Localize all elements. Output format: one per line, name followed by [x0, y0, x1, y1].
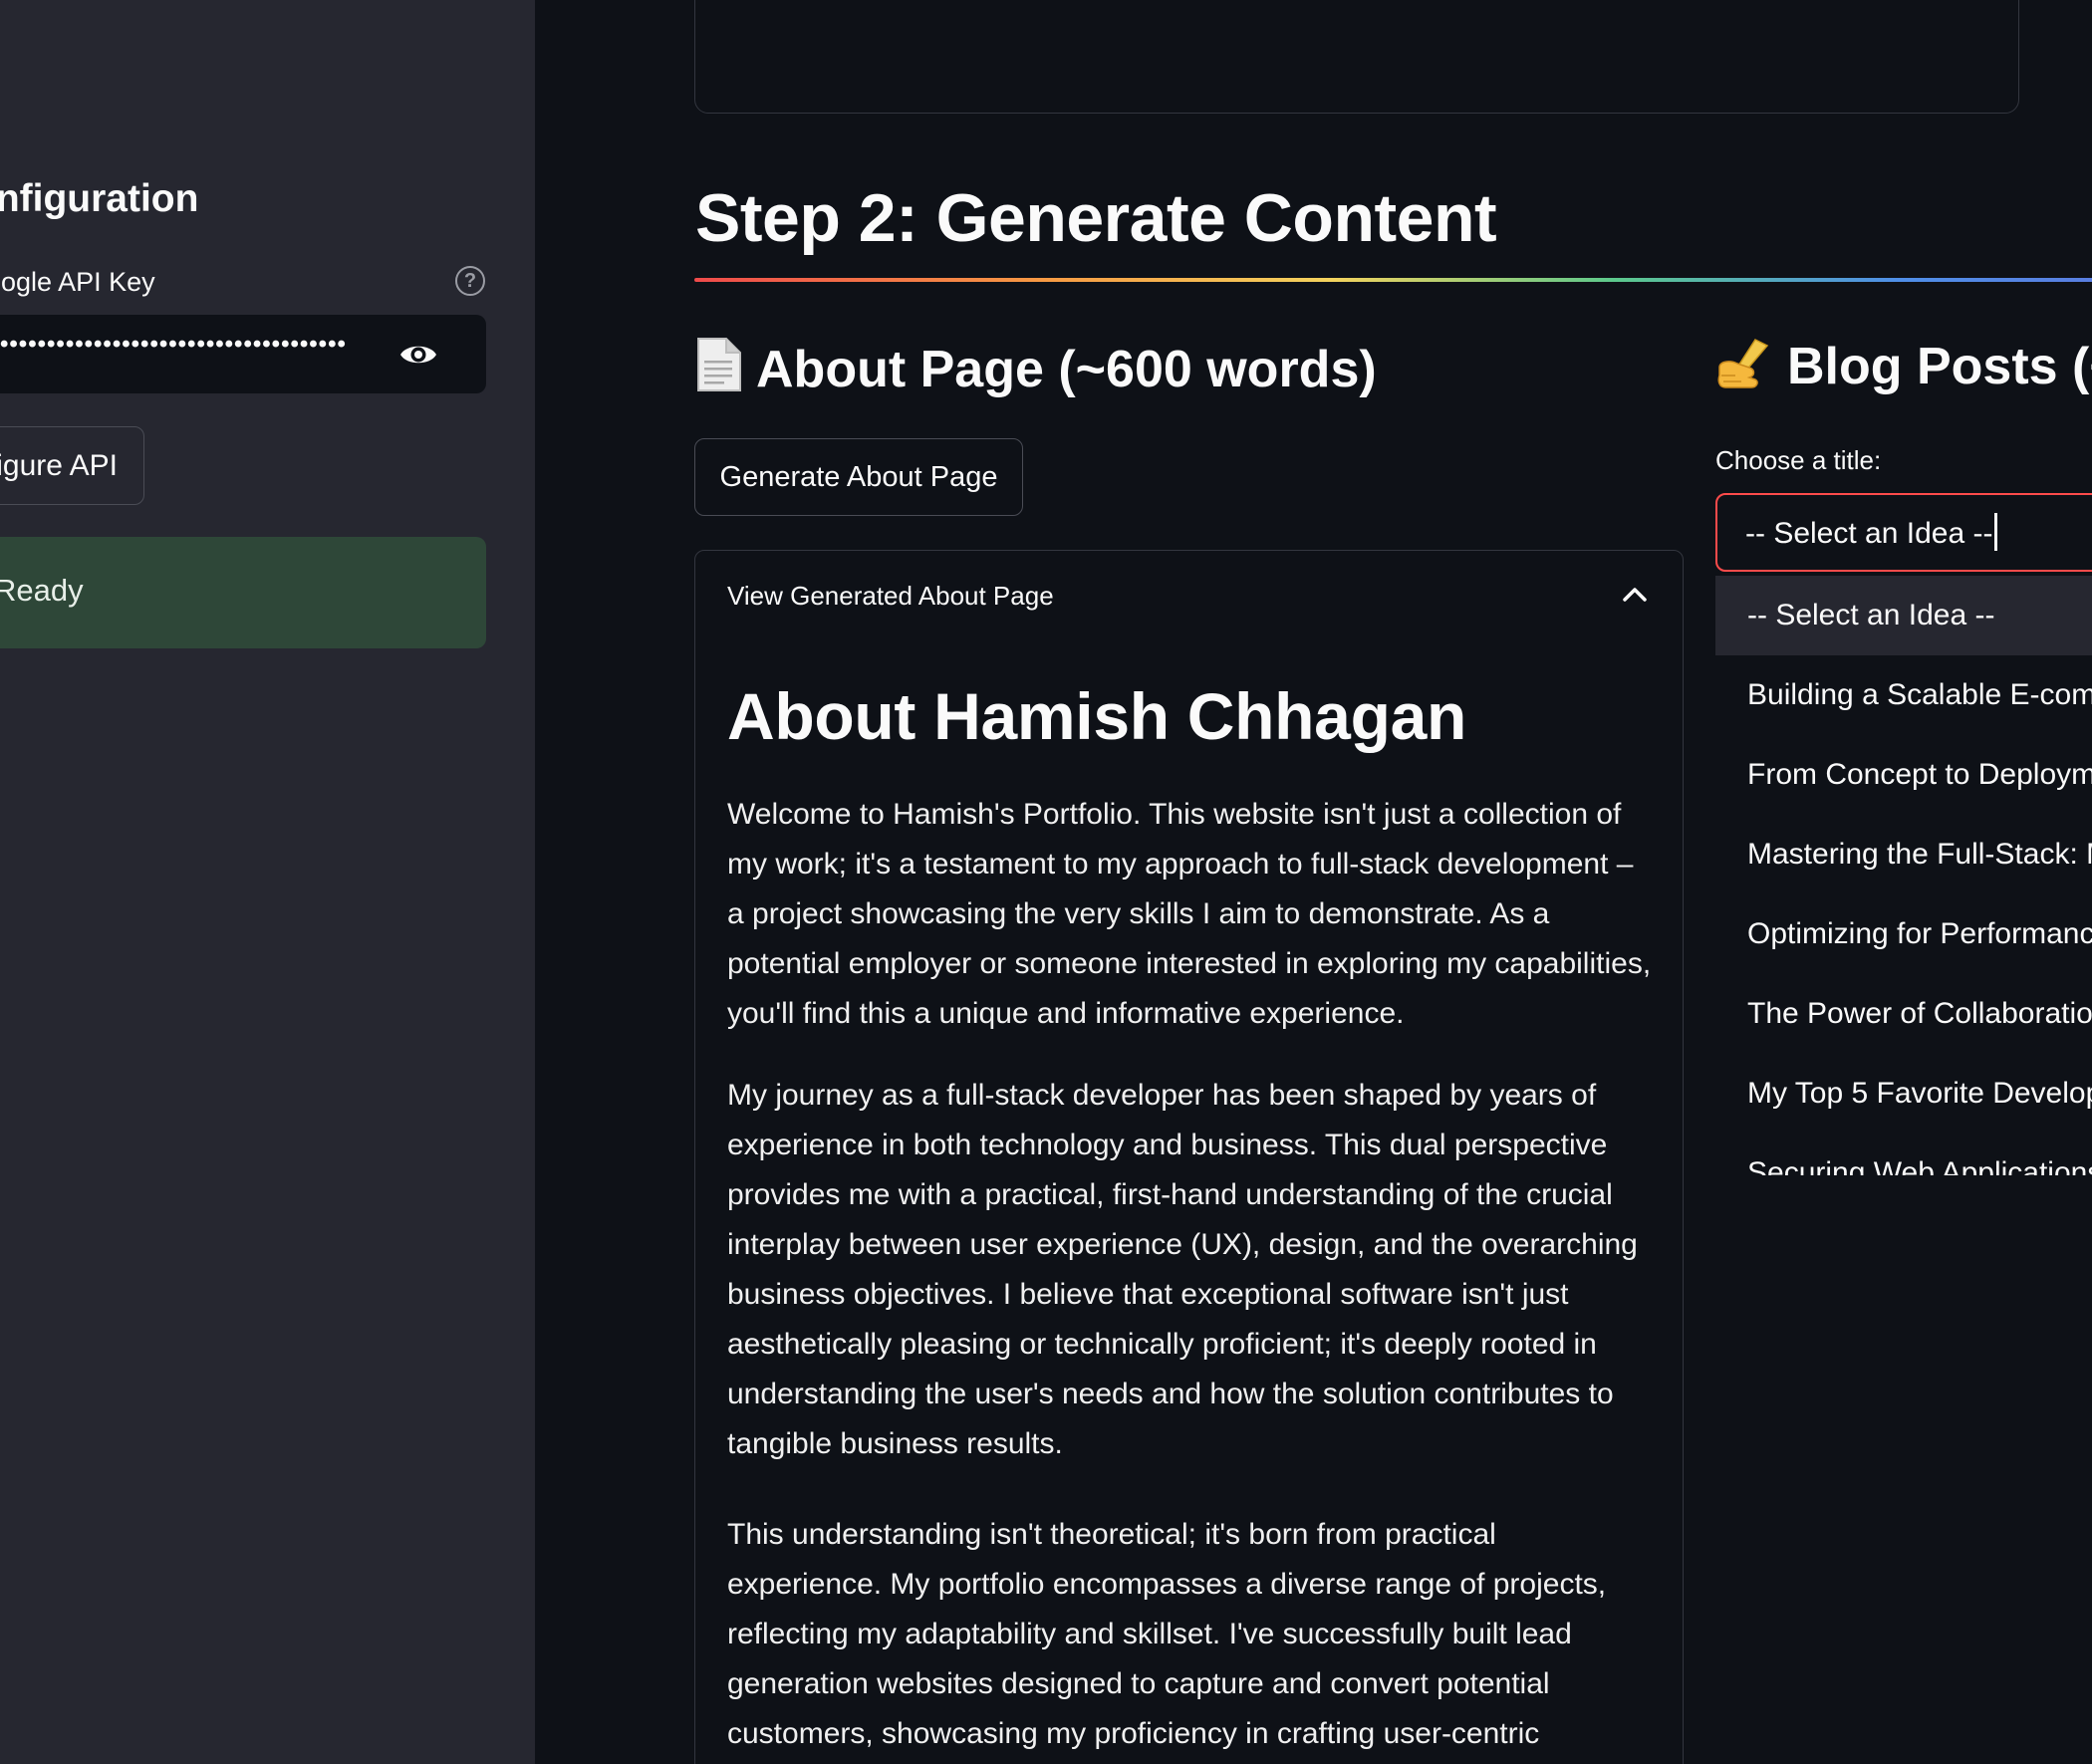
dropdown-option[interactable]: Securing Web Applications [1715, 1134, 2092, 1175]
blog-posts-heading-text: Blog Posts (~6 [1787, 338, 2092, 395]
configure-api-button[interactable]: figure API [0, 426, 144, 505]
expander-label[interactable]: View Generated About Page [727, 581, 1054, 612]
status-box: Ready [0, 537, 486, 648]
main-content: Step 2: Generate Content About Page (~60… [535, 0, 2092, 1764]
api-key-label: oogle API Key [0, 267, 155, 297]
text-caret [1994, 513, 1998, 551]
help-icon[interactable]: ? [455, 266, 485, 296]
sidebar: onfiguration oogle API Key ? •••••••••••… [0, 0, 535, 1764]
dropdown-option[interactable]: -- Select an Idea -- [1715, 576, 2092, 655]
about-paragraph: My journey as a full-stack developer has… [727, 1079, 1638, 1460]
generate-about-page-button[interactable]: Generate About Page [694, 438, 1023, 516]
rainbow-divider [694, 278, 2092, 282]
status-text: Ready [0, 573, 84, 608]
blog-posts-heading: Blog Posts (~6 [1715, 337, 2092, 396]
blog-title-select[interactable]: -- Select an Idea -- [1715, 493, 2092, 572]
dropdown-option[interactable]: Building a Scalable E-com [1715, 655, 2092, 735]
eye-icon[interactable] [398, 337, 438, 373]
dropdown-option[interactable]: The Power of Collaboratio [1715, 974, 2092, 1054]
writing-hand-icon [1717, 339, 1769, 388]
page-title: Step 2: Generate Content [695, 180, 1497, 256]
about-paragraph: This understanding isn't theoretical; it… [727, 1518, 1607, 1750]
select-value: -- Select an Idea -- [1745, 513, 1998, 551]
dropdown-option[interactable]: Mastering the Full-Stack: M [1715, 815, 2092, 894]
api-key-input[interactable]: ••••••••••••••••••••••••••••••••••••• [0, 315, 486, 393]
chevron-up-icon[interactable] [1622, 585, 1648, 603]
about-title: About Hamish Chhagan [727, 679, 1467, 753]
dropdown-option[interactable]: My Top 5 Favorite Develop [1715, 1054, 2092, 1134]
previous-section-container [694, 0, 2019, 114]
api-key-value: ••••••••••••••••••••••••••••••••••••• [0, 331, 347, 358]
about-page-heading: About Page (~600 words) [694, 337, 1377, 399]
about-page-heading-text: About Page (~600 words) [756, 341, 1377, 398]
blog-title-dropdown: -- Select an Idea -- Building a Scalable… [1715, 576, 2092, 1175]
about-page-expander: View Generated About Page About Hamish C… [694, 550, 1684, 1764]
choose-title-label: Choose a title: [1715, 445, 1882, 475]
sidebar-title: onfiguration [0, 177, 199, 220]
dropdown-option[interactable]: From Concept to Deploym [1715, 735, 2092, 815]
document-icon [697, 338, 741, 391]
dropdown-option[interactable]: Optimizing for Performanc [1715, 894, 2092, 974]
about-paragraph: Welcome to Hamish's Portfolio. This webs… [727, 798, 1652, 1030]
select-value-text: -- Select an Idea -- [1745, 517, 1993, 550]
